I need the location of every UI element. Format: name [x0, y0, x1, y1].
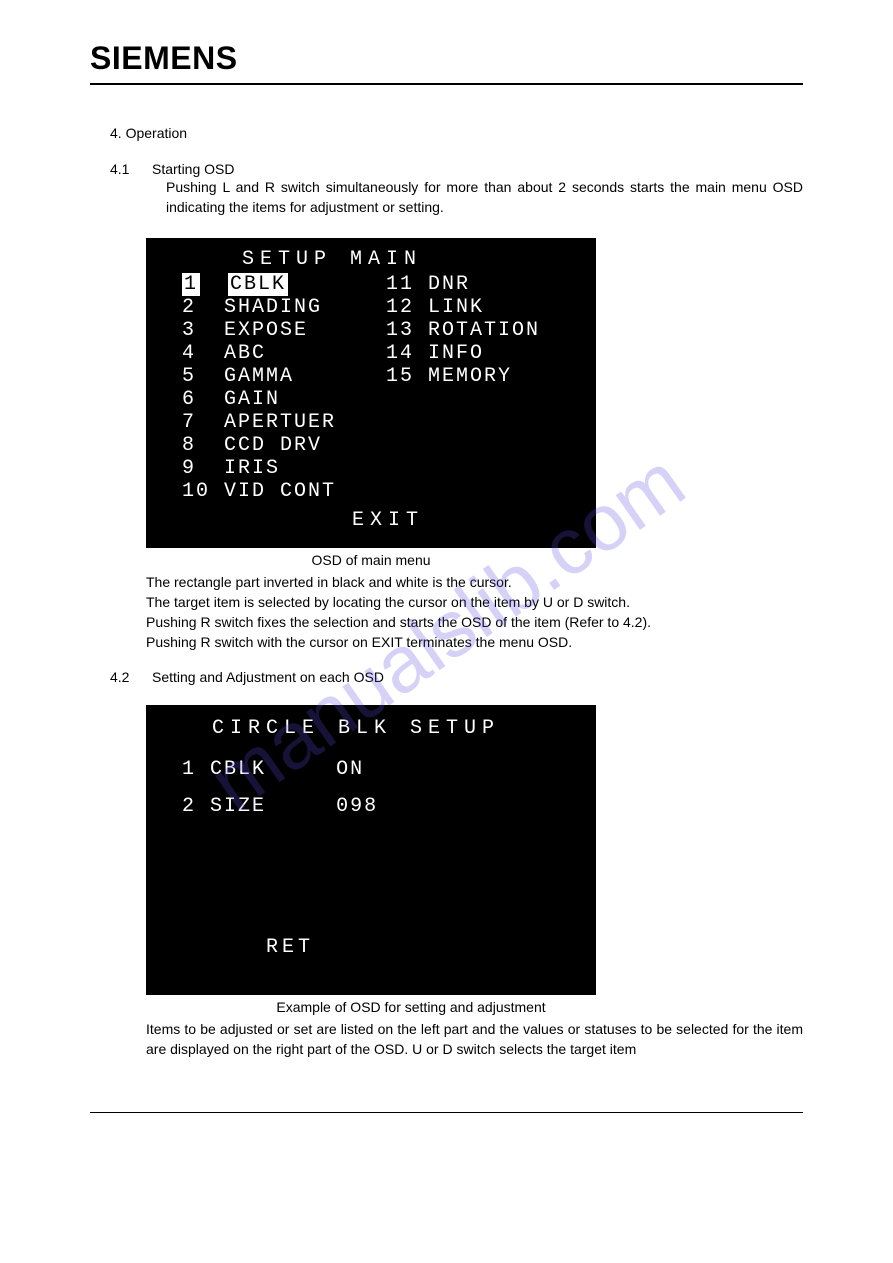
osd-detail-row[interactable]: 2 SIZE 098	[182, 795, 576, 818]
osd-title: SETUP MAIN	[182, 248, 576, 271]
osd-item[interactable]: 9 IRIS	[182, 457, 362, 480]
osd-item[interactable]: 10 VID CONT	[182, 480, 362, 503]
osd-main-caption: OSD of main menu	[146, 552, 596, 568]
osd-exit[interactable]: EXIT	[182, 509, 576, 532]
osd-item[interactable]: 8 CCD DRV	[182, 434, 362, 457]
subsection-title: Starting OSD	[152, 161, 234, 177]
osd-item[interactable]: 4 ABC	[182, 342, 362, 365]
osd-item[interactable]: 5 GAMMA	[182, 365, 362, 388]
osd-right-column: 11 DNR 12 LINK 13 ROTATION 14 INFO 15 ME…	[386, 273, 540, 503]
osd-item[interactable]: 12 LINK	[386, 296, 540, 319]
osd-item-num-selected: 1	[182, 273, 200, 296]
subsection-number: 4.2	[110, 669, 138, 685]
osd-item[interactable]: 3 EXPOSE	[182, 319, 362, 342]
section-heading: 4. Operation	[110, 125, 803, 141]
osd-detail-title: CIRCLE BLK SETUP	[182, 717, 576, 740]
post-osd-line-2: The target item is selected by locating …	[146, 592, 803, 612]
post-osd-line-4: Pushing R switch with the cursor on EXIT…	[146, 632, 803, 652]
osd-item[interactable]: 13 ROTATION	[386, 319, 540, 342]
osd-item[interactable]: 7 APERTUER	[182, 411, 362, 434]
page: SIEMENS 4. Operation 4.1 Starting OSD Pu…	[0, 0, 893, 1263]
osd-ret[interactable]: RET	[266, 936, 314, 959]
osd-value-selected: ON	[336, 758, 364, 781]
subsection-paragraph: Pushing L and R switch simultaneously fo…	[166, 177, 803, 218]
subsection-4-1: 4.1 Starting OSD Pushing L and R switch …	[110, 161, 803, 218]
brand-logo: SIEMENS	[90, 40, 803, 85]
post-osd2-paragraph: Items to be adjusted or set are listed o…	[146, 1019, 803, 1060]
osd-item[interactable]: 15 MEMORY	[386, 365, 540, 388]
subsection-title: Setting and Adjustment on each OSD	[152, 669, 384, 685]
osd-item[interactable]: 11 DNR	[386, 273, 540, 296]
post-osd-line-1: The rectangle part inverted in black and…	[146, 572, 803, 592]
subsection-4-2: 4.2 Setting and Adjustment on each OSD	[110, 669, 803, 685]
osd-item[interactable]: 6 GAIN	[182, 388, 362, 411]
subsection-number: 4.1	[110, 161, 138, 177]
osd-item-label-selected: CBLK	[228, 273, 288, 296]
osd-item[interactable]: 1 CBLK	[182, 273, 362, 296]
osd-detail-menu: CIRCLE BLK SETUP 1 CBLK ON 2 SIZE 098 RE…	[146, 705, 596, 995]
section-title: Operation	[126, 125, 187, 141]
osd-detail-row[interactable]: 1 CBLK ON	[182, 758, 576, 781]
post-osd-line-3: Pushing R switch fixes the selection and…	[146, 612, 803, 632]
osd-left-column: 1 CBLK 2 SHADING 3 EXPOSE 4 ABC 5 GAMMA …	[182, 273, 362, 503]
osd-item[interactable]: 14 INFO	[386, 342, 540, 365]
footer-rule	[90, 1112, 803, 1113]
osd-detail-caption: Example of OSD for setting and adjustmen…	[146, 999, 636, 1015]
osd-main-menu: SETUP MAIN 1 CBLK 2 SHADING 3 EXPOSE 4 A…	[146, 238, 596, 548]
section-number: 4.	[110, 125, 122, 141]
osd-item[interactable]: 2 SHADING	[182, 296, 362, 319]
osd-value: 098	[336, 795, 378, 818]
